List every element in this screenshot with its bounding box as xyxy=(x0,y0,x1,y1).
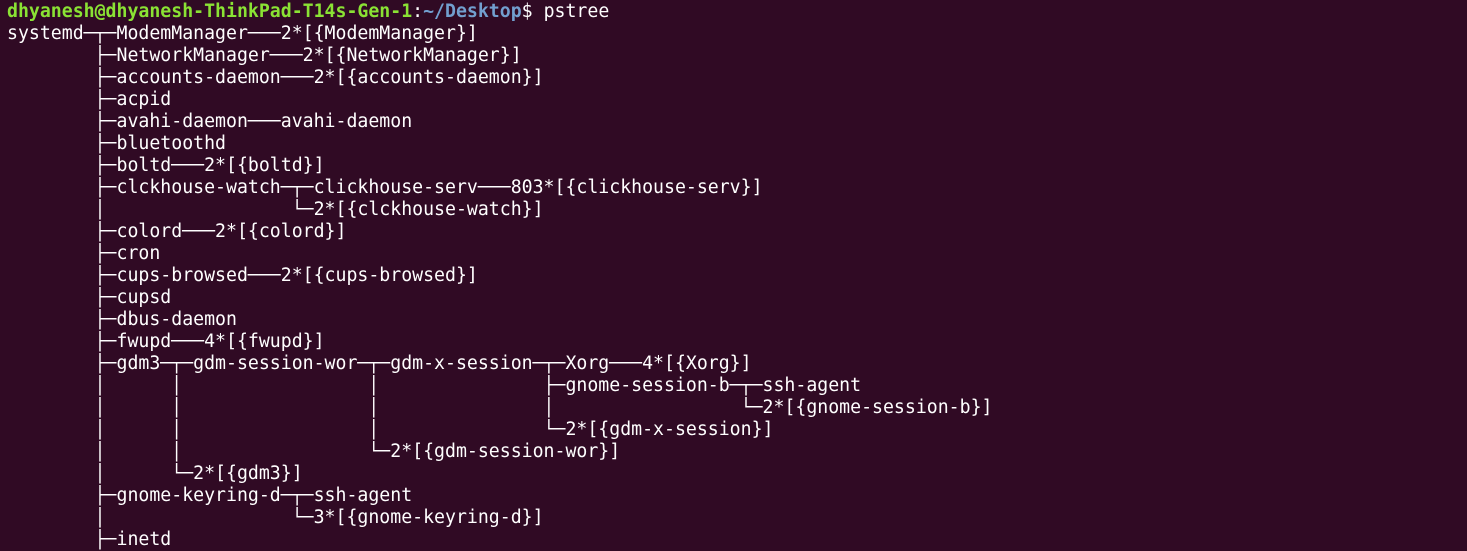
output-line: ├─gnome-keyring-d─┬─ssh-agent xyxy=(7,485,413,506)
output-line: ├─accounts-daemon───2*[{accounts-daemon}… xyxy=(7,67,544,88)
prompt-symbol: $ xyxy=(521,1,544,22)
command-text: pstree xyxy=(543,1,610,22)
output-line: │ └─2*[{clckhouse-watch}] xyxy=(7,199,544,220)
output-line: │ │ │ │ └─2*[{gnome-session-b}] xyxy=(7,397,993,418)
output-line: ├─bluetoothd xyxy=(7,133,226,154)
terminal-window[interactable]: dhyanesh@dhyanesh-ThinkPad-T14s-Gen-1:~/… xyxy=(0,0,1467,551)
output-line: ├─cups-browsed───2*[{cups-browsed}] xyxy=(7,265,478,286)
output-line: ├─fwupd───4*[{fwupd}] xyxy=(7,331,325,352)
output-line: │ └─3*[{gnome-keyring-d}] xyxy=(7,507,544,528)
output-line: ├─inetd xyxy=(7,529,172,550)
output-line: ├─cupsd xyxy=(7,287,172,308)
prompt-path: ~/Desktop xyxy=(423,1,522,22)
output-line: │ └─2*[{gdm3}] xyxy=(7,463,303,484)
output-line: ├─acpid xyxy=(7,89,172,110)
output-line: │ │ └─2*[{gdm-session-wor}] xyxy=(7,441,621,462)
prompt-line: dhyanesh@dhyanesh-ThinkPad-T14s-Gen-1:~/… xyxy=(7,1,1467,23)
prompt-user-host: dhyanesh@dhyanesh-ThinkPad-T14s-Gen-1 xyxy=(7,1,413,22)
output-line: ├─cron xyxy=(7,243,161,264)
output-line: ├─clckhouse-watch─┬─clickhouse-serv───80… xyxy=(7,177,763,198)
output-line: │ │ │ └─2*[{gdm-x-session}] xyxy=(7,419,774,440)
output-line: ├─NetworkManager───2*[{NetworkManager}] xyxy=(7,45,522,66)
output-line: ├─colord───2*[{colord}] xyxy=(7,221,347,242)
output-line: systemd─┬─ModemManager───2*[{ModemManage… xyxy=(7,23,478,44)
output-line: ├─boltd───2*[{boltd}] xyxy=(7,155,325,176)
output-line: ├─dbus-daemon xyxy=(7,309,237,330)
output-line: ├─gdm3─┬─gdm-session-wor─┬─gdm-x-session… xyxy=(7,353,752,374)
output-line: ├─avahi-daemon───avahi-daemon xyxy=(7,111,413,132)
prompt-separator: : xyxy=(412,1,424,22)
output-line: │ │ │ ├─gnome-session-b─┬─ssh-agent xyxy=(7,375,862,396)
